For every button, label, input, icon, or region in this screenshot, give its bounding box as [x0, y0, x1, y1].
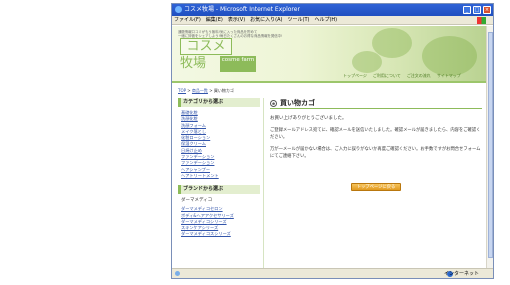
scrollbar-thumb[interactable]: [488, 32, 493, 258]
confirmation-message: ご登録メールアドレス宛てに、確認メールを送信いたしました。確認メールが届きました…: [270, 128, 481, 140]
brand-heading: ブランドから選ぶ: [178, 185, 260, 195]
title-bar: コスメ牧場 - Microsoft Internet Explorer _ □ …: [172, 4, 493, 16]
thanks-message: お買い上げありがとうございました。: [270, 116, 347, 121]
browser-window: コスメ牧場 - Microsoft Internet Explorer _ □ …: [171, 3, 494, 279]
top-navigation: トップページ ご利用について ご注文の流れ サイトマップ: [337, 73, 461, 79]
site-header: 通販情報口コミがもう無料!気に入った商品を貯めて 一緒に評価をシェアしよう!毎日…: [172, 26, 487, 81]
menu-edit[interactable]: 編集(E): [206, 17, 223, 23]
nav-usage[interactable]: ご利用について: [373, 73, 401, 78]
category-item[interactable]: ヘアトリートメント: [181, 173, 260, 179]
breadcrumb-current: 買い物カゴ: [213, 88, 234, 93]
button-row: トップページに戻る: [270, 173, 482, 192]
breadcrumb: TOP > 商品一覧 > 買い物カゴ: [178, 88, 234, 93]
category-heading: カテゴリから選ぶ: [178, 98, 260, 107]
site-logo[interactable]: コスメ: [180, 38, 232, 55]
window-title: コスメ牧場 - Microsoft Internet Explorer: [184, 6, 300, 13]
menu-help[interactable]: ヘルプ(H): [314, 17, 337, 23]
menu-favorites[interactable]: お気に入り(A): [250, 17, 282, 23]
ie-icon: [175, 6, 182, 13]
page-title: ⊕ 買い物カゴ: [270, 98, 482, 109]
nav-sitemap[interactable]: サイトマップ: [437, 73, 461, 78]
brand-subheading: ダーマメディコ: [181, 198, 213, 204]
category-list: 基礎化粧 洗顔化粧 洗顔フォーム メイク落とし 化粧ローション 保湿クリーム 日…: [178, 110, 260, 179]
page-status-icon: [175, 271, 180, 276]
breadcrumb-list[interactable]: 商品一覧: [192, 88, 208, 93]
cart-icon: ⊕: [270, 99, 277, 107]
maximize-button[interactable]: □: [473, 6, 481, 14]
breadcrumb-home[interactable]: TOP: [178, 88, 186, 93]
menu-tools[interactable]: ツール(T): [288, 17, 310, 23]
vertical-scrollbar[interactable]: [486, 26, 493, 270]
logo-badge: cosme farm: [220, 56, 256, 72]
brand-list: ダーマメディコセロン ボディ&ヘアアクセサリーズ ダーマメディコシリーズ スキン…: [178, 206, 260, 237]
column-divider: [263, 98, 264, 268]
windows-logo-icon: [477, 17, 486, 24]
menu-bar: ファイル(F) 編集(E) 表示(V) お気に入り(A) ツール(T) ヘルプ(H): [172, 16, 493, 25]
back-to-top-button[interactable]: トップページに戻る: [350, 183, 402, 191]
page-viewport: 通販情報口コミがもう無料!気に入った商品を貯めて 一緒に評価をシェアしよう!毎日…: [172, 26, 487, 270]
minimize-button[interactable]: _: [463, 6, 471, 14]
leaf-decoration: [372, 28, 412, 58]
nav-order-flow[interactable]: ご注文の流れ: [407, 73, 431, 78]
site-tagline: 通販情報口コミがもう無料!気に入った商品を貯めて 一緒に評価をシェアしよう!毎日…: [178, 30, 282, 38]
security-zone: インターネット: [443, 271, 479, 277]
site-logo-sub[interactable]: 牧場: [180, 56, 206, 72]
leaf-decoration: [352, 51, 382, 73]
status-bar: インターネット: [172, 268, 493, 278]
leaf-decoration: [422, 36, 477, 76]
page-title-text: 買い物カゴ: [280, 99, 315, 107]
main-content: ⊕ 買い物カゴ お買い上げありがとうございました。 ご登録メールアドレス宛てに、確…: [270, 98, 482, 192]
close-button[interactable]: ×: [483, 6, 491, 14]
nav-top-page[interactable]: トップページ: [343, 73, 367, 78]
contact-message: 万が一メールが届かない場合は、ご入力に誤りがないか再度ご確認ください。お手数です…: [270, 147, 481, 159]
brand-item[interactable]: ダーマメディコスシリーズ: [181, 231, 260, 237]
menu-file[interactable]: ファイル(F): [174, 17, 201, 23]
menu-view[interactable]: 表示(V): [228, 17, 245, 23]
sidebar: カテゴリから選ぶ 基礎化粧 洗顔化粧 洗顔フォーム メイク落とし 化粧ローション…: [178, 98, 260, 238]
header-divider: [172, 81, 487, 83]
